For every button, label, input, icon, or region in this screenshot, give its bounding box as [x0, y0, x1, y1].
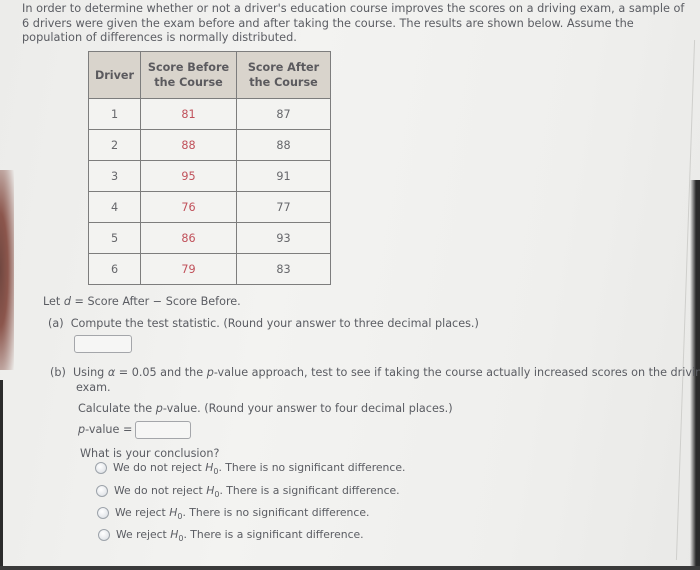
header-score-after: Score After the Course	[236, 51, 331, 99]
cell-after: 83	[236, 253, 331, 285]
pvalue-instruction: Calculate the p-value. (Round your answe…	[78, 402, 453, 415]
difference-definition: Let d = Score After − Score Before.	[43, 295, 241, 308]
table-row: 6 79 83	[88, 253, 331, 285]
cell-driver: 5	[88, 222, 141, 254]
table-row: 5 86 93	[88, 222, 331, 254]
cell-before: 81	[140, 98, 237, 130]
header-score-before: Score Before the Course	[140, 51, 237, 99]
part-a-prompt: (a) Compute the test statistic. (Round y…	[48, 317, 479, 330]
cell-before: 88	[140, 129, 237, 161]
cell-after: 87	[236, 98, 331, 130]
radio-button[interactable]	[97, 507, 109, 519]
cell-after: 77	[236, 191, 331, 223]
cell-before: 76	[140, 191, 237, 223]
radio-button[interactable]	[98, 529, 110, 541]
radio-button[interactable]	[95, 462, 107, 474]
cell-before: 95	[140, 160, 237, 192]
cell-after: 91	[236, 160, 331, 192]
table-header-row: Driver Score Before the Course Score Afte…	[88, 51, 331, 99]
cell-before: 79	[140, 253, 237, 285]
table-row: 3 95 91	[88, 160, 331, 192]
table-row: 2 88 88	[88, 129, 331, 161]
table-row: 4 76 77	[88, 191, 331, 223]
cell-after: 88	[236, 129, 331, 161]
option-label[interactable]: We reject H0. There is no significant di…	[115, 506, 369, 521]
cell-driver: 3	[88, 160, 141, 192]
header-driver: Driver	[88, 51, 141, 99]
option-label[interactable]: We do not reject H0. There is no signifi…	[113, 461, 405, 476]
cell-after: 93	[236, 222, 331, 254]
option-label[interactable]: We reject H0. There is a significant dif…	[116, 528, 364, 543]
screen-bezel-left	[0, 380, 3, 570]
cell-driver: 1	[88, 98, 141, 130]
pvalue-input[interactable]	[135, 421, 191, 439]
radio-button[interactable]	[96, 485, 108, 497]
part-b-prompt: (b) Using α = 0.05 and the p-value appro…	[50, 366, 700, 379]
pvalue-label: p-value =	[78, 423, 133, 436]
photo-edge-shadow	[0, 170, 14, 370]
screen-bezel-bottom	[0, 566, 700, 570]
scores-table: Driver Score Before the Course Score Afte…	[88, 51, 331, 285]
problem-intro: In order to determine whether or not a d…	[22, 2, 685, 44]
option-label[interactable]: We do not reject H0. There is a signific…	[114, 484, 400, 499]
cell-driver: 6	[88, 253, 141, 285]
cell-driver: 2	[88, 129, 141, 161]
table-row: 1 81 87	[88, 98, 331, 130]
test-statistic-input[interactable]	[74, 335, 132, 353]
conclusion-prompt: What is your conclusion?	[80, 447, 220, 460]
part-b-prompt-continued: exam.	[76, 381, 111, 394]
cell-before: 86	[140, 222, 237, 254]
cell-driver: 4	[88, 191, 141, 223]
